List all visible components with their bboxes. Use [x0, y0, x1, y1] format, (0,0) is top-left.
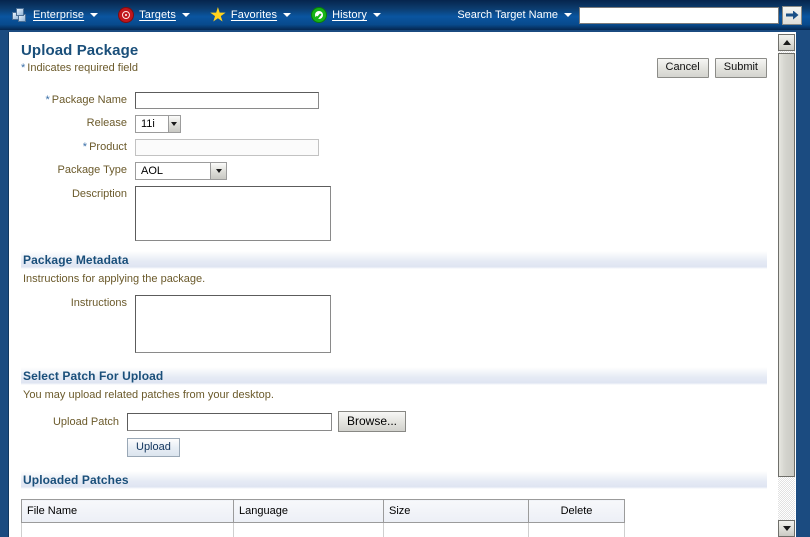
- column-header-language[interactable]: Language: [233, 499, 384, 523]
- menu-item-enterprise-label: Enterprise: [33, 9, 85, 21]
- page-action-buttons: Cancel Submit: [656, 58, 767, 78]
- upload-patch-row: Upload Patch Browse...: [9, 411, 779, 432]
- upload-patch-label: Upload Patch: [52, 415, 119, 428]
- chevron-down-icon: [181, 13, 190, 17]
- upload-button[interactable]: Upload: [127, 438, 180, 457]
- chevron-down-icon: [373, 13, 381, 17]
- required-asterisk-icon: *: [45, 94, 50, 106]
- scroll-up-button[interactable]: [778, 34, 795, 51]
- menu-spacer: [102, 15, 114, 16]
- form-row-package-type: Package Type AOL: [9, 162, 779, 180]
- green-check-circle-icon: [311, 7, 328, 23]
- chevron-down-icon: [283, 13, 292, 17]
- description-textarea[interactable]: [135, 186, 331, 241]
- menu-item-history[interactable]: History: [307, 0, 385, 30]
- form-row-release: Release 11i: [9, 115, 779, 133]
- uploaded-patches-title: Uploaded Patches: [23, 473, 129, 487]
- column-header-size[interactable]: Size: [383, 499, 529, 523]
- column-header-delete[interactable]: Delete: [528, 499, 625, 523]
- search-target-name-label[interactable]: Search Target Name: [457, 9, 558, 21]
- chevron-down-icon[interactable]: [167, 116, 180, 132]
- form-row-package-name: * Package Name: [9, 92, 779, 109]
- package-type-selected-value: AOL: [141, 165, 164, 177]
- product-label-text: Product: [89, 141, 127, 153]
- uploaded-patches-table-wrap: File Name Language Size Delete: [21, 499, 625, 537]
- cancel-button[interactable]: Cancel: [656, 58, 709, 78]
- scroll-down-arrow-icon: [782, 526, 791, 531]
- select-patch-note: You may upload related patches from your…: [23, 389, 274, 401]
- scrollbar-thumb[interactable]: [778, 53, 795, 477]
- cell-delete: [528, 522, 625, 537]
- enterprise-cubes-icon: [12, 7, 28, 23]
- form-row-instructions: Instructions: [9, 295, 779, 353]
- page-title: Upload Package: [21, 42, 139, 59]
- star-icon: [210, 7, 226, 22]
- package-metadata-title: Package Metadata: [23, 253, 129, 267]
- package-type-label: Package Type: [57, 164, 127, 176]
- product-label: * Product: [9, 139, 135, 155]
- search-go-button[interactable]: [782, 5, 802, 25]
- scroll-up-arrow-icon: [782, 40, 791, 45]
- description-label: Description: [71, 188, 127, 200]
- release-select[interactable]: 11i: [135, 115, 181, 133]
- metadata-form: Instructions: [9, 285, 779, 353]
- cell-language: [233, 522, 384, 537]
- browse-button[interactable]: Browse...: [338, 411, 407, 432]
- chevron-down-icon[interactable]: [564, 13, 572, 17]
- package-name-label-text: Package Name: [51, 94, 127, 106]
- instructions-label: Instructions: [70, 297, 127, 309]
- chevron-down-icon[interactable]: [210, 163, 226, 179]
- cell-file-name: [21, 522, 234, 537]
- browser-content-frame: Upload Package * Indicates required field…: [0, 30, 810, 537]
- menu-item-targets-label: Targets: [139, 9, 176, 21]
- menu-item-enterprise[interactable]: Enterprise: [8, 0, 102, 30]
- scrollbar-track[interactable]: [778, 51, 795, 520]
- submit-button[interactable]: Submit: [714, 58, 767, 78]
- page-header: Upload Package * Indicates required field…: [9, 32, 779, 86]
- uploaded-patches-table: File Name Language Size Delete: [21, 499, 625, 537]
- section-header-select-patch: Select Patch For Upload: [21, 367, 767, 385]
- required-asterisk-icon: *: [82, 141, 88, 153]
- target-search-area: Search Target Name: [457, 0, 802, 30]
- upload-patch-input[interactable]: [127, 412, 332, 431]
- table-header-row: File Name Language Size Delete: [21, 499, 625, 523]
- form-row-description: Description: [9, 186, 779, 241]
- scroll-down-button[interactable]: [778, 520, 795, 537]
- cell-size: [383, 522, 529, 537]
- form-row-product: * Product: [9, 139, 779, 156]
- table-row: [21, 522, 625, 537]
- release-label: Release: [86, 117, 127, 129]
- product-input[interactable]: [135, 139, 319, 156]
- menu-item-history-label: History: [332, 9, 367, 21]
- release-selected-value: 11i: [141, 118, 155, 130]
- instructions-textarea[interactable]: [135, 295, 331, 353]
- menu-item-favorites[interactable]: Favorites: [206, 0, 295, 30]
- section-header-uploaded-patches: Uploaded Patches: [21, 471, 767, 489]
- target-bullseye-icon: [118, 7, 135, 23]
- vertical-scrollbar[interactable]: [778, 34, 795, 537]
- required-field-note-text: Indicates required field: [27, 62, 138, 74]
- package-metadata-note: Instructions for applying the package.: [23, 273, 206, 285]
- page-viewport: Upload Package * Indicates required field…: [8, 32, 796, 537]
- right-arrow-icon: [785, 10, 799, 20]
- menu-spacer: [295, 15, 307, 16]
- menu-item-favorites-label: Favorites: [230, 9, 278, 21]
- package-name-input[interactable]: [135, 92, 319, 109]
- select-patch-title: Select Patch For Upload: [23, 369, 164, 383]
- upload-package-page: Upload Package * Indicates required field…: [9, 32, 779, 537]
- menu-spacer: [194, 15, 206, 16]
- menu-item-targets[interactable]: Targets: [114, 0, 194, 30]
- upload-button-row: Upload: [127, 438, 779, 457]
- required-asterisk-icon: *: [21, 62, 26, 74]
- section-header-package-metadata: Package Metadata: [21, 251, 767, 269]
- column-header-file-name[interactable]: File Name: [21, 499, 234, 523]
- chevron-down-icon: [90, 13, 99, 17]
- package-type-select[interactable]: AOL: [135, 162, 227, 180]
- global-menu-bar: Enterprise Targets Favorites History Sea…: [0, 0, 810, 30]
- package-form: * Package Name Release 11i * Product Pac…: [9, 86, 779, 241]
- search-input[interactable]: [579, 6, 779, 24]
- package-name-label: * Package Name: [9, 92, 135, 108]
